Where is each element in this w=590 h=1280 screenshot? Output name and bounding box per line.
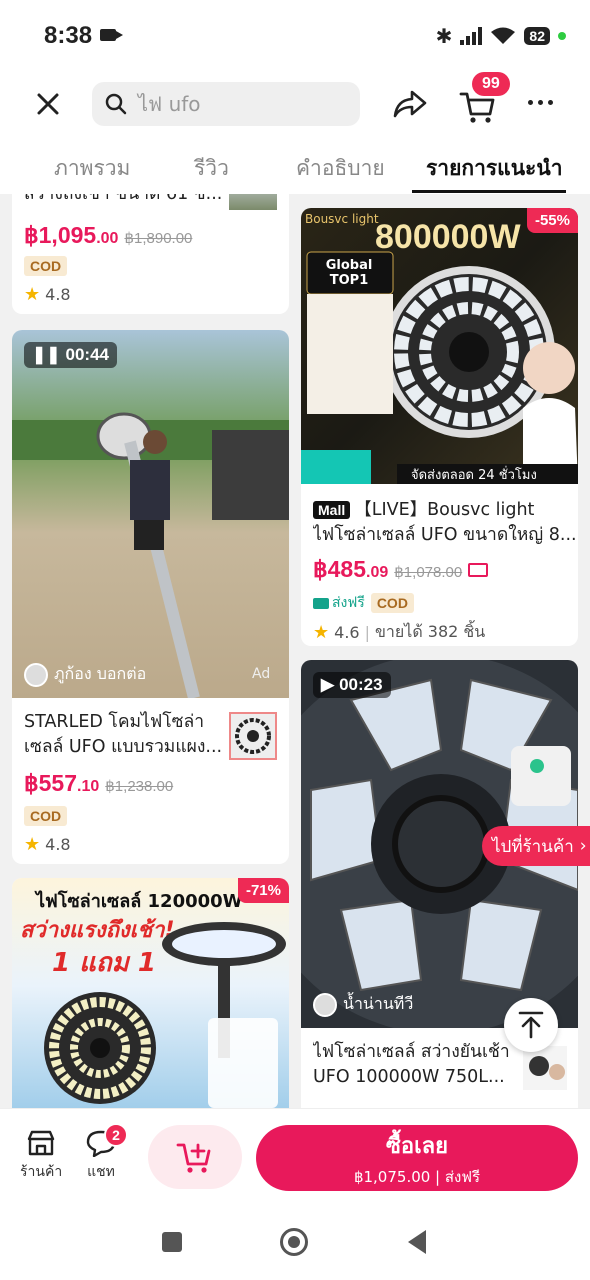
status-bar: 8:38 ✱ 82 <box>0 0 590 70</box>
bluetooth-icon: ✱ <box>435 24 453 48</box>
tab-reviews[interactable]: รีวิว <box>194 152 229 185</box>
play-icon: ▶ <box>321 675 335 694</box>
product-title-line1: Mall 【LIVE】Bousvc light <box>313 498 575 523</box>
buy-now-price: ฿1,075.00 | ส่งฟรี <box>353 1167 481 1186</box>
cod-badge: COD <box>24 806 68 826</box>
product-video-thumbnail <box>12 330 289 698</box>
product-title-line2: ไฟโซล่าเซลล์ UFO ขนาดใหญ่ 8... <box>313 525 575 545</box>
product-title: สว่างถึงเช้า ขนาด 61 ซ... <box>24 194 223 204</box>
original-price: ฿1,890.00 <box>124 230 193 247</box>
star-icon: ★ <box>24 834 41 855</box>
rating-value: 4.6 <box>334 623 360 642</box>
banner-brand: Bousvc light <box>305 212 379 226</box>
star-icon: ★ <box>313 622 330 643</box>
add-to-cart-button[interactable] <box>148 1125 242 1189</box>
scroll-to-top-button[interactable] <box>504 998 558 1052</box>
product-banner-image: Bousvc light 800000W Global TOP1 จัดส่งต… <box>301 208 578 484</box>
privacy-dot-icon <box>558 32 566 40</box>
store-icon <box>27 1130 55 1156</box>
cod-badge: COD <box>24 256 68 276</box>
banner-headline: 800000W <box>375 218 521 256</box>
product-price: ฿1,095.00 <box>24 222 119 248</box>
voucher-icon <box>468 563 489 577</box>
bottom-action-bar: ร้านค้า แชท 2 ซื้อเลย ฿1,075.00 | ส่งฟรี <box>0 1108 590 1200</box>
cod-badge: COD <box>370 593 414 613</box>
creator-avatar <box>313 992 337 1017</box>
product-card[interactable]: Bousvc light 800000W Global TOP1 จัดส่งต… <box>301 208 578 646</box>
product-title-line1: STARLED โคมไฟโซล่า <box>24 712 205 732</box>
buy-now-button[interactable]: ซื้อเลย ฿1,075.00 | ส่งฟรี <box>256 1125 578 1191</box>
product-price: ฿485.09 <box>313 556 389 582</box>
product-banner-image: ไฟโซล่าเซลล์ 120000W สว่างแรงถึงเช้า! 1 … <box>12 878 289 1108</box>
product-title-line2: เซลล์ UFO แบบรวมแผง... <box>24 737 223 757</box>
pause-icon: ❚❚ <box>32 345 61 364</box>
creator-avatar <box>24 662 48 687</box>
top-bar: ไฟ ufo 99 <box>0 70 590 140</box>
mall-badge: Mall <box>313 501 351 519</box>
signal-icon <box>460 27 483 45</box>
rating-value: 4.8 <box>45 285 71 304</box>
cart-plus-icon <box>176 1143 211 1173</box>
banner-shipping: จัดส่งตลอด 24 ชั่วโมง <box>411 468 537 483</box>
chat-label: แชท <box>87 1164 115 1180</box>
search-placeholder: ไฟ ufo <box>138 92 201 116</box>
product-title-line1: ไฟโซล่าเซลล์ สว่างยันเช้า <box>313 1042 510 1062</box>
discount-badge: -71% <box>237 878 289 903</box>
star-icon: ★ <box>24 284 41 305</box>
chevron-right-icon: › <box>579 836 587 856</box>
close-icon[interactable] <box>34 90 62 118</box>
recent-apps-icon[interactable] <box>162 1232 182 1252</box>
chat-unread-badge: 2 <box>104 1123 128 1147</box>
product-card[interactable]: ไฟโซล่าเซลล์ 120000W สว่างแรงถึงเช้า! 1 … <box>12 878 289 1108</box>
product-thumbnail <box>229 712 277 760</box>
truck-icon <box>313 597 329 609</box>
product-title-line2: UFO 100000W 750L... <box>313 1067 505 1087</box>
product-thumbnail <box>229 194 277 210</box>
status-time: 8:38 <box>44 22 93 49</box>
go-to-shop-label: ไปที่ร้านค้า <box>492 836 574 857</box>
discount-badge: -55% <box>526 208 578 233</box>
product-card[interactable]: ❚❚ 00:44 ภูก้อง บอกต่อ Ad STARLED โคมไฟโซ… <box>12 330 289 864</box>
product-thumbnail <box>523 1046 567 1090</box>
rating-value: 4.8 <box>45 835 71 854</box>
search-input[interactable]: ไฟ ufo <box>92 82 360 126</box>
shop-label: ร้านค้า <box>20 1164 63 1180</box>
creator-tag: ภูก้อง บอกต่อ <box>24 662 146 687</box>
video-duration-badge: ❚❚ 00:44 <box>24 342 117 368</box>
tab-overview[interactable]: ภาพรวม <box>54 152 130 185</box>
buy-now-label: ซื้อเลย <box>385 1133 449 1159</box>
active-tab-indicator <box>412 190 566 193</box>
banner-top-seller: Global TOP1 <box>325 258 373 288</box>
home-icon[interactable] <box>280 1228 308 1256</box>
ad-label: Ad <box>252 666 271 682</box>
creator-tag: น้ำน่านทีวี <box>313 992 413 1017</box>
system-nav-bar <box>0 1200 590 1280</box>
tab-recommended[interactable]: รายการแนะนำ <box>426 152 562 185</box>
original-price: ฿1,238.00 <box>105 778 174 795</box>
free-shipping-badge: ส่งฟรี <box>313 592 365 614</box>
search-icon <box>105 93 127 115</box>
sold-count: ขายได้ 382 ชิ้น <box>374 622 486 641</box>
product-tabs: ภาพรวม รีวิว คำอธิบาย รายการแนะนำ <box>0 140 590 194</box>
shop-button[interactable]: ร้านค้า <box>20 1129 62 1183</box>
arrow-up-icon <box>518 1011 544 1039</box>
product-card[interactable]: สว่างถึงเช้า ขนาด 61 ซ... ฿1,095.00 ฿1,8… <box>12 194 289 314</box>
video-duration-badge: ▶ 00:23 <box>313 672 391 698</box>
go-to-shop-button[interactable]: ไปที่ร้านค้า › <box>482 826 590 866</box>
back-icon[interactable] <box>408 1230 426 1254</box>
cart-count-badge: 99 <box>472 72 510 96</box>
recommended-feed: สว่างถึงเช้า ขนาด 61 ซ... ฿1,095.00 ฿1,8… <box>0 194 590 1108</box>
video-camera-icon <box>100 29 123 41</box>
product-price: ฿557.10 <box>24 770 100 796</box>
original-price: ฿1,078.00 <box>394 564 463 581</box>
share-icon[interactable] <box>392 88 428 120</box>
wifi-icon <box>491 27 516 44</box>
battery-indicator: 82 <box>524 27 550 45</box>
tab-description[interactable]: คำอธิบาย <box>296 152 385 185</box>
more-options-icon[interactable] <box>528 100 553 105</box>
